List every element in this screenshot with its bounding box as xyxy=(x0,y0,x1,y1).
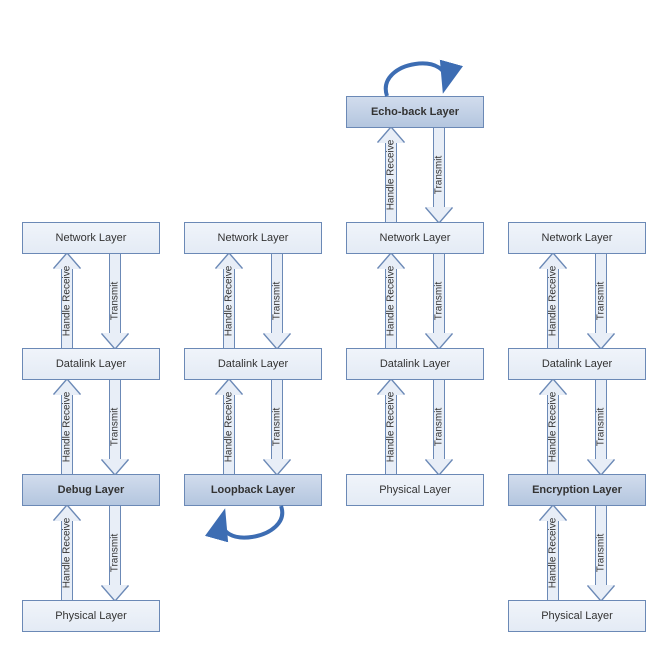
layer-box-network: Network Layer xyxy=(22,222,160,254)
arrow-down-label: Transmit xyxy=(110,282,121,321)
arrow-up-loopback-stack-0: Handle Receive xyxy=(218,254,240,348)
arrow-pair: Handle Receive Transmit xyxy=(380,128,450,222)
arrow-down-debug-stack-1: Transmit xyxy=(104,380,126,474)
arrow-down-label: Transmit xyxy=(434,156,445,195)
arrow-up-label: Handle Receive xyxy=(386,392,397,463)
arrow-down-label: Transmit xyxy=(596,282,607,321)
arrow-down-loopback-stack-0: Transmit xyxy=(266,254,288,348)
layer-box-datalink: Datalink Layer xyxy=(346,348,484,380)
layer-box-physical: Physical Layer xyxy=(346,474,484,506)
arrow-down-loopback-stack-1: Transmit xyxy=(266,380,288,474)
arrow-up-label: Handle Receive xyxy=(386,266,397,337)
arrow-down-label: Transmit xyxy=(272,408,283,447)
arrow-pair: Handle Receive Transmit xyxy=(380,380,450,474)
arrow-up-debug-stack-2: Handle Receive xyxy=(56,506,78,600)
layer-box-loopback: Loopback Layer xyxy=(184,474,322,506)
arrow-up-encryption-stack-1: Handle Receive xyxy=(542,380,564,474)
arrow-pair: Handle Receive Transmit xyxy=(542,380,612,474)
arrow-pair: Handle Receive Transmit xyxy=(218,380,288,474)
arrow-pair: Handle Receive Transmit xyxy=(56,254,126,348)
arrow-down-label: Transmit xyxy=(110,408,121,447)
arrow-pair: Handle Receive Transmit xyxy=(218,254,288,348)
layer-box-debug: Debug Layer xyxy=(22,474,160,506)
layer-box-datalink: Datalink Layer xyxy=(22,348,160,380)
arrow-up-debug-stack-1: Handle Receive xyxy=(56,380,78,474)
arrow-up-encryption-stack-0: Handle Receive xyxy=(542,254,564,348)
arrow-up-label: Handle Receive xyxy=(62,392,73,463)
arrow-down-label: Transmit xyxy=(596,534,607,573)
arrow-pair: Handle Receive Transmit xyxy=(542,506,612,600)
arrow-up-loopback-stack-1: Handle Receive xyxy=(218,380,240,474)
arrow-down-label: Transmit xyxy=(596,408,607,447)
arrow-down-debug-stack-0: Transmit xyxy=(104,254,126,348)
layer-box-echoback: Echo-back Layer xyxy=(346,96,484,128)
arrow-up-encryption-stack-2: Handle Receive xyxy=(542,506,564,600)
arrow-down-debug-stack-2: Transmit xyxy=(104,506,126,600)
arrow-down-encryption-stack-2: Transmit xyxy=(590,506,612,600)
layer-box-datalink: Datalink Layer xyxy=(508,348,646,380)
arrow-down-echoback-stack-1: Transmit xyxy=(428,254,450,348)
arrow-up-label: Handle Receive xyxy=(386,140,397,211)
arrow-pair: Handle Receive Transmit xyxy=(542,254,612,348)
layer-box-physical: Physical Layer xyxy=(508,600,646,632)
arrow-down-label: Transmit xyxy=(110,534,121,573)
arrow-up-debug-stack-0: Handle Receive xyxy=(56,254,78,348)
arrow-up-label: Handle Receive xyxy=(62,518,73,589)
arrow-up-label: Handle Receive xyxy=(224,392,235,463)
arrow-pair: Handle Receive Transmit xyxy=(380,254,450,348)
layer-box-datalink: Datalink Layer xyxy=(184,348,322,380)
arrow-down-label: Transmit xyxy=(434,408,445,447)
layer-box-network: Network Layer xyxy=(508,222,646,254)
arrow-pair: Handle Receive Transmit xyxy=(56,380,126,474)
arrow-up-label: Handle Receive xyxy=(548,518,559,589)
layer-box-physical: Physical Layer xyxy=(22,600,160,632)
arrow-down-echoback-stack-2: Transmit xyxy=(428,380,450,474)
arrow-up-echoback-stack-2: Handle Receive xyxy=(380,380,402,474)
arrow-up-label: Handle Receive xyxy=(548,392,559,463)
arrow-up-echoback-stack-1: Handle Receive xyxy=(380,254,402,348)
arrow-up-label: Handle Receive xyxy=(224,266,235,337)
layer-box-network: Network Layer xyxy=(346,222,484,254)
layer-box-encryption: Encryption Layer xyxy=(508,474,646,506)
arrow-pair: Handle Receive Transmit xyxy=(56,506,126,600)
layer-box-network: Network Layer xyxy=(184,222,322,254)
arrow-down-label: Transmit xyxy=(272,282,283,321)
arrow-down-encryption-stack-1: Transmit xyxy=(590,380,612,474)
arrow-up-echoback-stack-0: Handle Receive xyxy=(380,128,402,222)
loop-arrow-above xyxy=(365,38,465,98)
arrow-down-echoback-stack-0: Transmit xyxy=(428,128,450,222)
loop-arrow-below xyxy=(203,504,303,564)
arrow-down-label: Transmit xyxy=(434,282,445,321)
arrow-down-encryption-stack-0: Transmit xyxy=(590,254,612,348)
arrow-up-label: Handle Receive xyxy=(62,266,73,337)
arrow-up-label: Handle Receive xyxy=(548,266,559,337)
